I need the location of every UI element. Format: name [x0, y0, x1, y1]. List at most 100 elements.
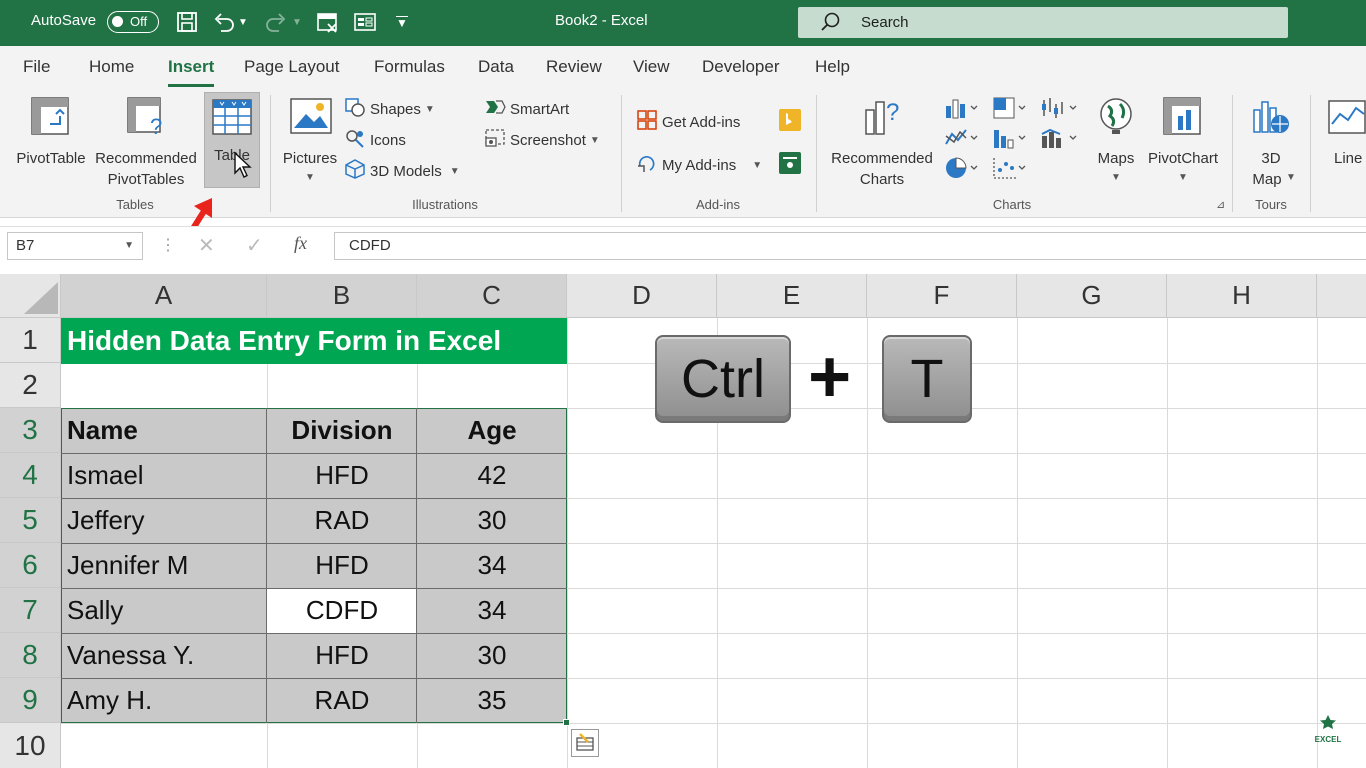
- cell-name[interactable]: Vanessa Y.: [67, 633, 194, 678]
- stock-chart-icon: [1042, 98, 1077, 118]
- column-chart-button[interactable]: [944, 96, 980, 120]
- name-box[interactable]: B7 ▼: [7, 232, 143, 260]
- smartart-button[interactable]: SmartArt: [484, 97, 569, 121]
- enter-icon[interactable]: ✓: [246, 233, 263, 258]
- people-graph-icon[interactable]: [779, 152, 801, 174]
- search-box[interactable]: Search: [798, 7, 1288, 38]
- column-header-c[interactable]: C: [417, 274, 567, 318]
- cell-name[interactable]: Jeffery: [67, 498, 145, 543]
- row-header-4[interactable]: 4: [0, 453, 61, 498]
- cell-age[interactable]: 30: [417, 498, 567, 543]
- title-cell[interactable]: Hidden Data Entry Form in Excel: [61, 318, 567, 364]
- cell-division[interactable]: CDFD: [267, 588, 417, 633]
- 3d-map-button[interactable]: 3D Map ▼: [1240, 96, 1302, 188]
- tab-file[interactable]: File: [23, 57, 50, 77]
- cell-name[interactable]: Jennifer M: [67, 543, 188, 588]
- cell-name[interactable]: Ismael: [67, 453, 144, 498]
- column-header-d[interactable]: D: [567, 274, 717, 318]
- cell-name[interactable]: Sally: [67, 588, 123, 633]
- column-header-e[interactable]: E: [717, 274, 867, 318]
- undo-icon[interactable]: [211, 9, 237, 35]
- tab-insert[interactable]: Insert: [168, 57, 214, 77]
- row-header-8[interactable]: 8: [0, 633, 61, 678]
- cell-name[interactable]: Amy H.: [67, 678, 152, 723]
- save-icon[interactable]: [174, 9, 200, 35]
- column-header-g[interactable]: G: [1017, 274, 1167, 318]
- my-addins-label: My Add-ins: [662, 156, 737, 174]
- recommended-pivottables-button[interactable]: ? Recommended PivotTables: [90, 96, 202, 188]
- pivottable-button[interactable]: PivotTable: [14, 96, 88, 176]
- tab-home[interactable]: Home: [89, 57, 134, 77]
- pictures-button[interactable]: Pictures ▼: [280, 96, 342, 188]
- tab-review[interactable]: Review: [546, 57, 602, 77]
- maps-button[interactable]: Maps ▼: [1090, 96, 1142, 188]
- statistic-chart-button[interactable]: [992, 126, 1028, 150]
- my-addins-button[interactable]: My Add-ins ▼: [636, 152, 762, 178]
- row-header-6[interactable]: 6: [0, 543, 61, 588]
- tab-help[interactable]: Help: [815, 57, 850, 77]
- row-header-3[interactable]: 3: [0, 408, 61, 453]
- combo-chart-button[interactable]: [1040, 126, 1080, 150]
- data-form-icon[interactable]: [352, 9, 378, 35]
- pivotchart-button[interactable]: PivotChart ▼: [1144, 96, 1222, 188]
- pie-chart-button[interactable]: [944, 156, 980, 180]
- my-addins-dropdown-icon: ▼: [752, 159, 763, 171]
- bing-icon[interactable]: [779, 109, 801, 131]
- cell-age[interactable]: 34: [417, 588, 567, 633]
- header-name[interactable]: Name: [67, 408, 138, 453]
- row-header-2[interactable]: 2: [0, 363, 61, 408]
- tab-developer[interactable]: Developer: [702, 57, 780, 77]
- column-header-b[interactable]: B: [267, 274, 417, 318]
- quick-analysis-icon[interactable]: [571, 729, 599, 757]
- column-header-h[interactable]: H: [1167, 274, 1317, 318]
- scatter-chart-button[interactable]: [992, 156, 1028, 180]
- hierarchy-chart-button[interactable]: [992, 96, 1028, 120]
- cell-age[interactable]: 35: [417, 678, 567, 723]
- row-header-5[interactable]: 5: [0, 498, 61, 543]
- form-icon[interactable]: [315, 9, 341, 35]
- cell-division[interactable]: HFD: [267, 633, 417, 678]
- tab-formulas[interactable]: Formulas: [374, 57, 445, 77]
- column-header-f[interactable]: F: [867, 274, 1017, 318]
- insert-function-icon[interactable]: fx: [294, 233, 307, 254]
- redo-dropdown-icon[interactable]: ▼: [290, 9, 304, 35]
- line-chart-button[interactable]: [944, 126, 980, 150]
- tab-view[interactable]: View: [633, 57, 670, 77]
- row-header-9[interactable]: 9: [0, 678, 61, 723]
- recommended-charts-button[interactable]: ? Recommended Charts: [826, 96, 938, 188]
- 3d-models-button[interactable]: 3D Models ▼: [344, 159, 460, 183]
- star-icon: [1320, 715, 1336, 729]
- cell-division[interactable]: RAD: [267, 498, 417, 543]
- cancel-icon[interactable]: ✕: [198, 233, 215, 258]
- cell-age[interactable]: 30: [417, 633, 567, 678]
- header-division[interactable]: Division: [267, 408, 417, 453]
- screenshot-button[interactable]: Screenshot ▼: [484, 128, 600, 152]
- charts-dialog-launcher-icon[interactable]: ⊿: [1216, 198, 1225, 211]
- shapes-button[interactable]: Shapes ▼: [344, 97, 435, 121]
- icons-button[interactable]: Icons: [344, 128, 406, 152]
- name-box-dropdown-icon[interactable]: ▼: [124, 240, 134, 251]
- row-header-1[interactable]: 1: [0, 318, 61, 363]
- tab-data[interactable]: Data: [478, 57, 514, 77]
- row-header-10[interactable]: 10: [0, 723, 61, 768]
- row-header-7[interactable]: 7: [0, 588, 61, 633]
- column-header-partial[interactable]: [1317, 274, 1366, 318]
- stock-chart-button[interactable]: [1040, 96, 1080, 120]
- cell-age[interactable]: 34: [417, 543, 567, 588]
- header-age[interactable]: Age: [417, 408, 567, 453]
- cell-age[interactable]: 42: [417, 453, 567, 498]
- autosave-toggle[interactable]: Off: [107, 11, 159, 33]
- undo-dropdown-icon[interactable]: ▼: [236, 9, 250, 35]
- column-header-a[interactable]: A: [61, 274, 267, 318]
- redo-icon[interactable]: [263, 9, 289, 35]
- cell-division[interactable]: HFD: [267, 543, 417, 588]
- table-button[interactable]: Table: [204, 92, 260, 188]
- cell-division[interactable]: RAD: [267, 678, 417, 723]
- tab-page-layout[interactable]: Page Layout: [244, 57, 339, 77]
- cell-division[interactable]: HFD: [267, 453, 417, 498]
- get-addins-button[interactable]: Get Add-ins: [636, 109, 740, 135]
- customize-toolbar-icon[interactable]: ▼: [392, 9, 412, 35]
- line-sparkline-button[interactable]: Line: [1322, 96, 1366, 188]
- select-all-corner[interactable]: [0, 274, 61, 318]
- formula-input[interactable]: CDFD: [334, 232, 1366, 260]
